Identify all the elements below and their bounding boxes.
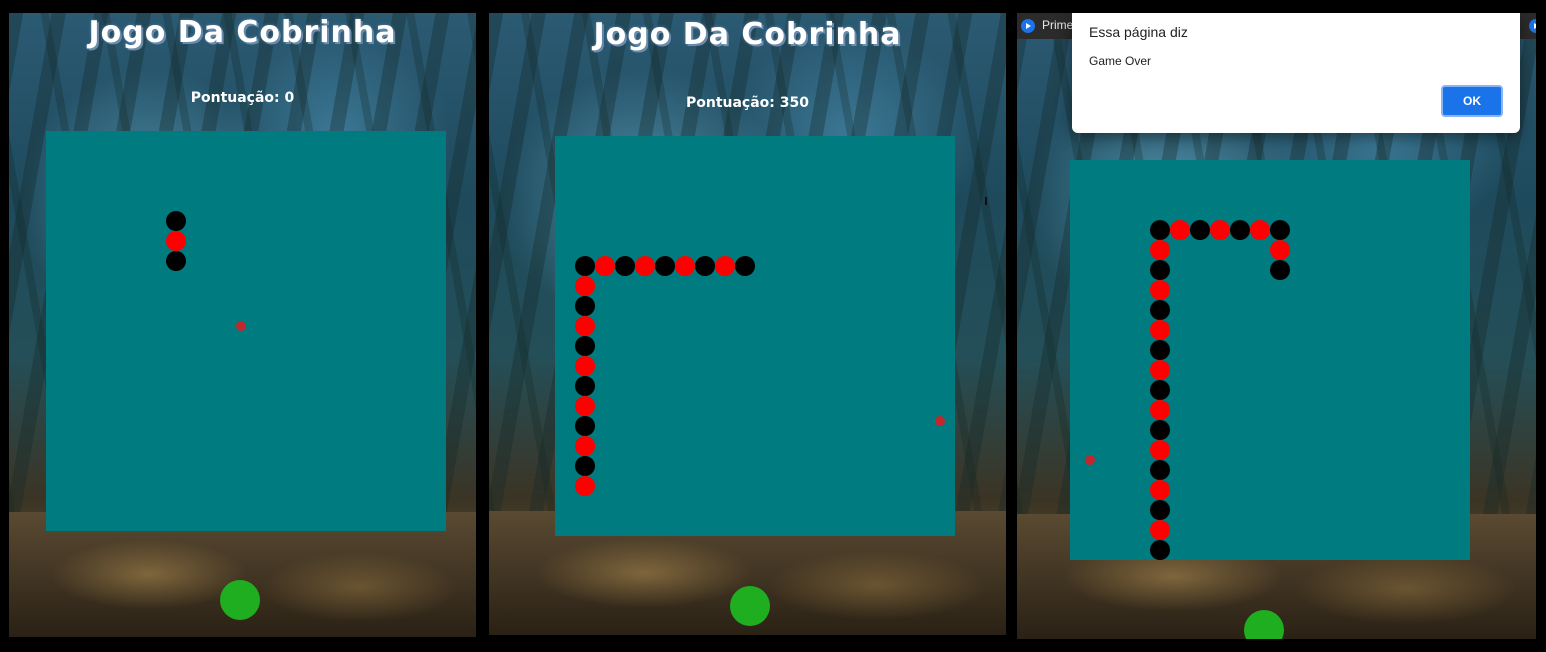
game-board [1070, 160, 1470, 560]
restart-button[interactable] [220, 580, 260, 620]
mouse-cursor-mark [985, 197, 987, 205]
snake-segment [615, 256, 635, 276]
food-pellet [236, 321, 246, 331]
snake-segment [575, 396, 595, 416]
snake-segment [1270, 240, 1290, 260]
snake-segment [1150, 280, 1170, 300]
snake-segment [575, 416, 595, 436]
snake-segment [655, 256, 675, 276]
snake-segment [1150, 220, 1170, 240]
snake-segment [575, 356, 595, 376]
snake-segment [575, 276, 595, 296]
snake-segment [166, 231, 186, 251]
snake-segment [166, 251, 186, 271]
snake-segment [1150, 340, 1170, 360]
score-label: Pontuação: 0 [190, 90, 295, 106]
dialog-message: Game Over [1089, 54, 1152, 68]
game-screen-start: Jogo Da Cobrinha Pontuação: 0 [9, 13, 476, 637]
snake-segment [1150, 320, 1170, 340]
dialog-title: Essa página diz [1089, 24, 1188, 40]
snake-segment [1150, 240, 1170, 260]
food-pellet [1085, 455, 1095, 465]
score-label: Pontuação: 350 [685, 95, 809, 111]
snake-segment [166, 211, 186, 231]
snake-segment [1270, 220, 1290, 240]
restart-button[interactable] [730, 586, 770, 626]
snake-segment [575, 376, 595, 396]
snake-segment [1150, 420, 1170, 440]
alert-dialog: Essa página diz Game Over OK [1072, 13, 1520, 133]
snake-segment [675, 256, 695, 276]
snake-segment [575, 296, 595, 316]
snake-segment [1170, 220, 1190, 240]
snake-segment [575, 436, 595, 456]
snake-segment [1150, 300, 1170, 320]
snake-segment [575, 316, 595, 336]
snake-segment [715, 256, 735, 276]
snake-segment [1150, 400, 1170, 420]
snake-segment [595, 256, 615, 276]
snake-segment [1150, 520, 1170, 540]
screenshot-root: Jogo Da Cobrinha Pontuação: 0 Jogo Da Co… [0, 0, 1546, 652]
snake-segment [1150, 260, 1170, 280]
snake-segment [1230, 220, 1250, 240]
snake-segment [1150, 480, 1170, 500]
snake-segment [1150, 440, 1170, 460]
snake-segment [695, 256, 715, 276]
food-pellet [935, 416, 945, 426]
snake-segment [575, 256, 595, 276]
snake-segment [1190, 220, 1210, 240]
snake-segment [1250, 220, 1270, 240]
snake-segment [575, 456, 595, 476]
game-title: Jogo Da Cobrinha [88, 15, 397, 50]
snake-segment [1150, 540, 1170, 560]
snake-segment [1150, 500, 1170, 520]
snake-segment [1150, 380, 1170, 400]
ok-button[interactable]: OK [1441, 85, 1503, 117]
game-title: Jogo Da Cobrinha [593, 17, 902, 52]
media-play-icon [1021, 19, 1035, 33]
snake-segment [575, 476, 595, 496]
game-screen-playing: Jogo Da Cobrinha Pontuação: 350 [489, 13, 1006, 635]
media-play-icon [1529, 19, 1536, 33]
snake-segment [1270, 260, 1290, 280]
snake-segment [635, 256, 655, 276]
snake-segment [735, 256, 755, 276]
snake-segment [575, 336, 595, 356]
snake-segment [1210, 220, 1230, 240]
browser-tab-title[interactable]: Prime [1042, 18, 1073, 32]
game-board [46, 131, 446, 531]
snake-segment [1150, 460, 1170, 480]
game-board [555, 136, 955, 536]
snake-segment [1150, 360, 1170, 380]
